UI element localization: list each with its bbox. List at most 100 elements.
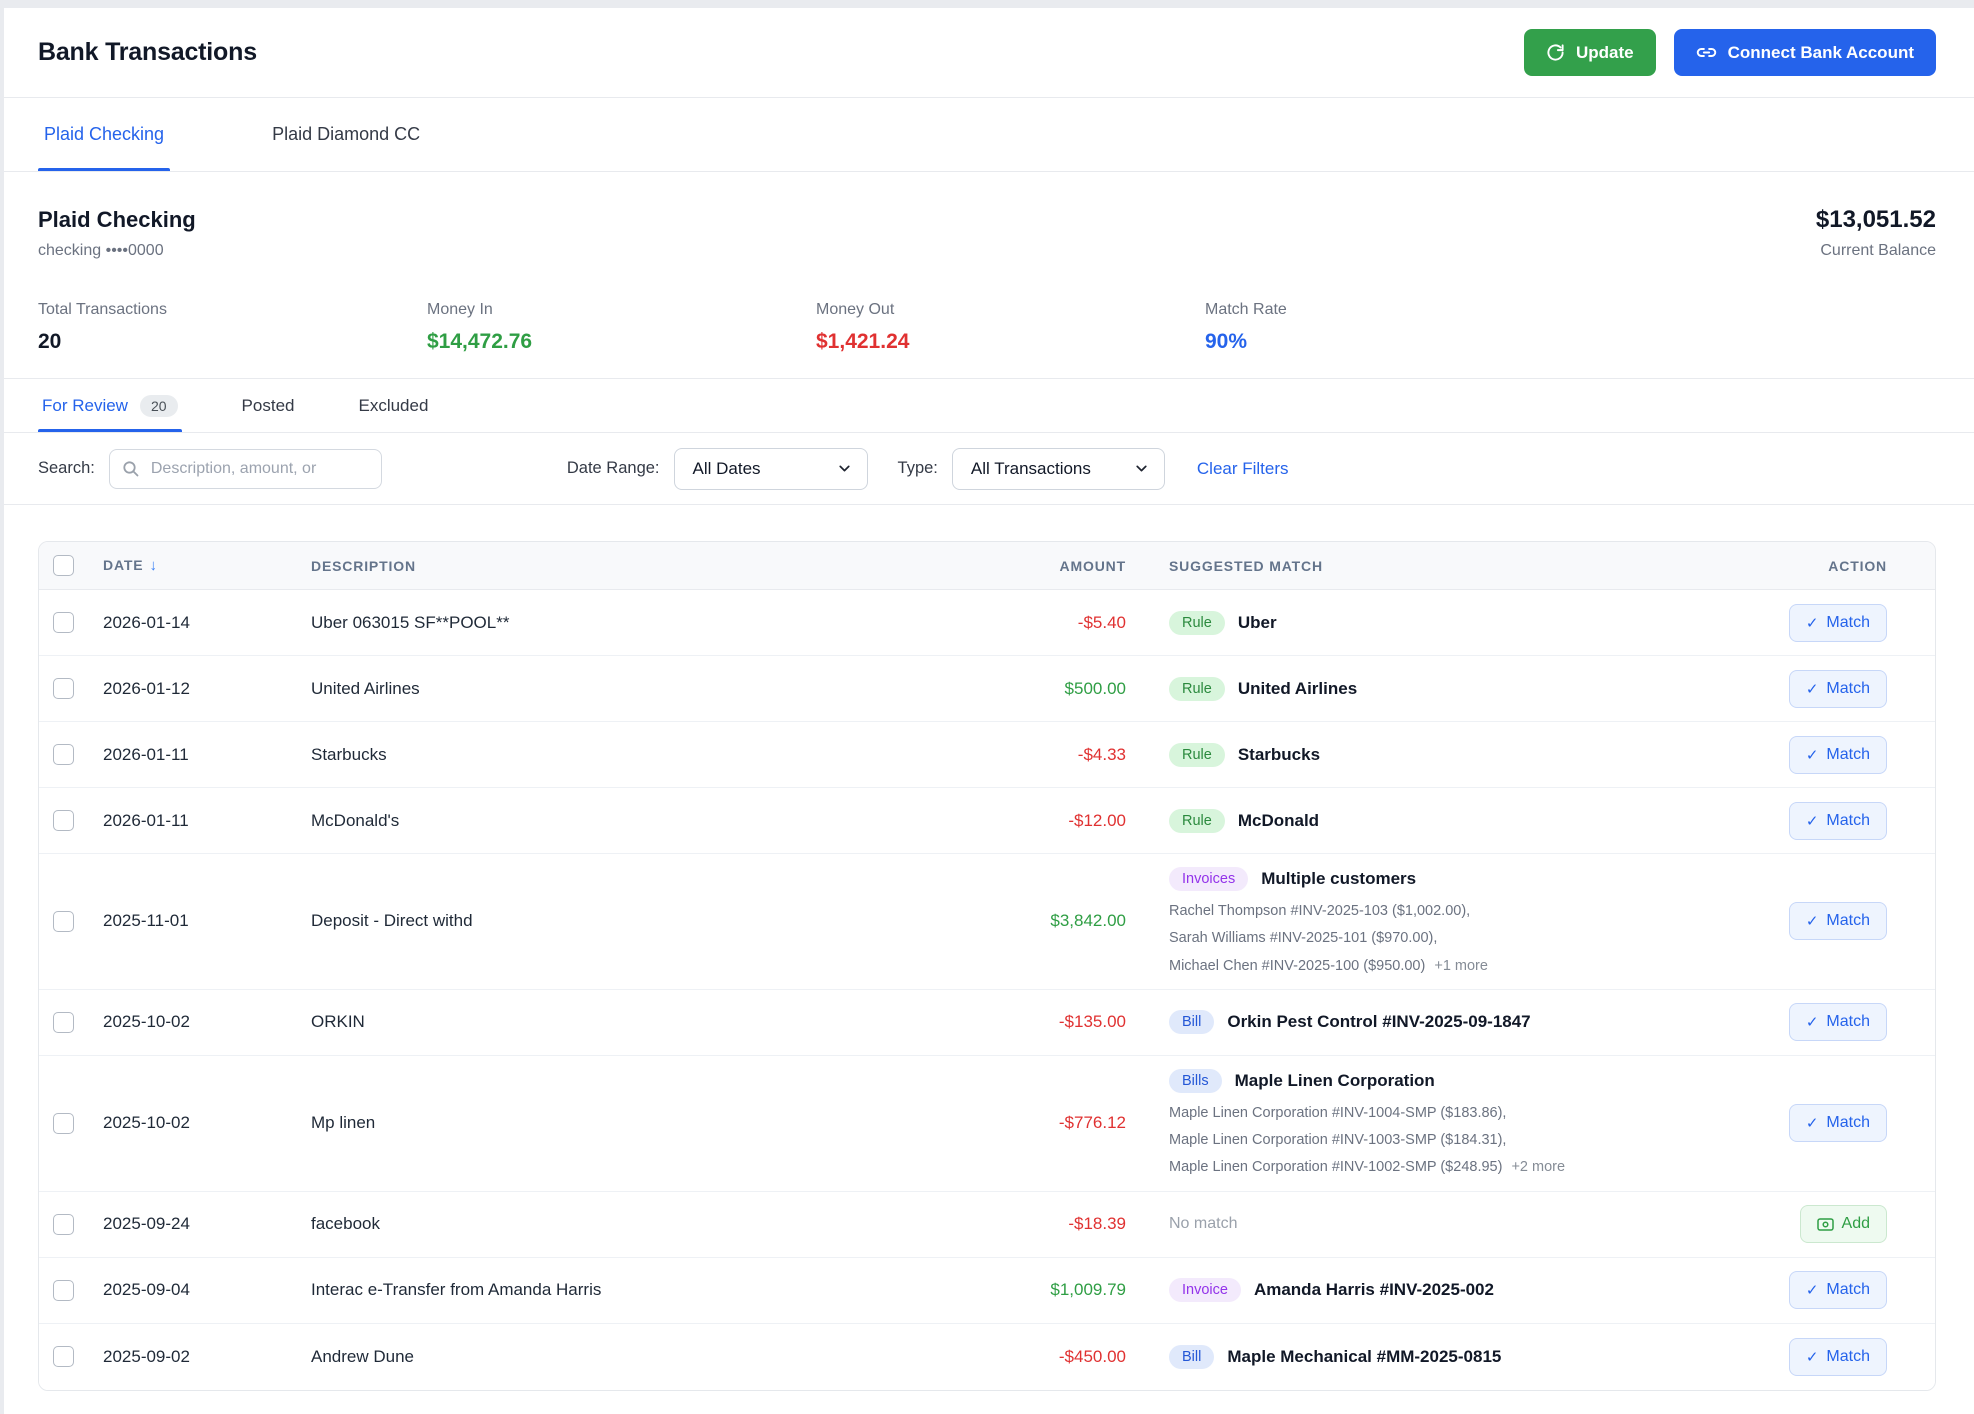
connect-bank-label: Connect Bank Account [1728, 43, 1914, 63]
cell-description: United Airlines [311, 679, 883, 699]
tab-excluded[interactable]: Excluded [354, 379, 432, 432]
cell-date: 2025-10-02 [103, 1113, 311, 1133]
date-range-select[interactable]: All Dates [674, 448, 868, 490]
row-checkbox[interactable] [53, 1280, 74, 1301]
cell-description: Mp linen [311, 1113, 883, 1133]
check-icon: ✓ [1806, 1114, 1819, 1132]
row-checkbox[interactable] [53, 1346, 74, 1367]
account-tabs: Plaid Checking Plaid Diamond CC [4, 98, 1974, 172]
clear-filters-link[interactable]: Clear Filters [1197, 459, 1289, 479]
search-input[interactable] [149, 459, 369, 479]
filter-bar: Search: Date Range: All Dates Type: All … [4, 433, 1974, 505]
match-type-badge: Invoice [1169, 1278, 1241, 1302]
add-button[interactable]: Add [1800, 1205, 1887, 1243]
stat-money-out: Money Out $1,421.24 [816, 300, 1205, 354]
check-icon: ✓ [1806, 614, 1819, 632]
connect-bank-button[interactable]: Connect Bank Account [1674, 29, 1936, 76]
cell-suggested-match: InvoiceAmanda Harris #INV-2025-002 [1126, 1278, 1737, 1302]
check-icon: ✓ [1806, 746, 1819, 764]
stat-money-out-value: $1,421.24 [816, 329, 1205, 354]
select-all-checkbox[interactable] [53, 555, 74, 576]
action-button-label: Match [1826, 812, 1870, 830]
cell-suggested-match: BillsMaple Linen CorporationMaple Linen … [1126, 1069, 1737, 1178]
date-range-label: Date Range: [567, 459, 660, 478]
check-icon: ✓ [1806, 812, 1819, 830]
match-button[interactable]: ✓Match [1789, 1003, 1887, 1041]
action-button-label: Add [1842, 1215, 1870, 1233]
link-icon [1696, 42, 1717, 63]
table-row: 2025-11-01Deposit - Direct withd$3,842.0… [39, 854, 1935, 990]
account-name: Plaid Checking [38, 206, 196, 233]
cell-amount: $1,009.79 [883, 1280, 1126, 1300]
app-panel: Bank Transactions Update Connect Bank Ac… [4, 8, 1974, 1414]
stat-match-rate: Match Rate 90% [1205, 300, 1936, 354]
column-header-date[interactable]: DATE ↓ [103, 557, 311, 574]
cell-description: ORKIN [311, 1012, 883, 1032]
tab-plaid-diamond-cc[interactable]: Plaid Diamond CC [266, 98, 426, 171]
account-stats: Total Transactions 20 Money In $14,472.7… [38, 300, 1936, 354]
refresh-icon [1546, 43, 1565, 62]
row-checkbox[interactable] [53, 744, 74, 765]
row-checkbox[interactable] [53, 911, 74, 932]
match-button[interactable]: ✓Match [1789, 736, 1887, 774]
tab-posted[interactable]: Posted [238, 379, 299, 432]
column-header-date-label: DATE [103, 557, 143, 573]
cell-suggested-match: BillOrkin Pest Control #INV-2025-09-1847 [1126, 1010, 1737, 1034]
cell-suggested-match: InvoicesMultiple customersRachel Thompso… [1126, 867, 1737, 976]
type-label: Type: [898, 459, 938, 478]
row-checkbox[interactable] [53, 810, 74, 831]
check-icon: ✓ [1806, 1348, 1819, 1366]
stat-match-rate-value: 90% [1205, 329, 1936, 354]
action-button-label: Match [1826, 680, 1870, 698]
match-detail-line: Michael Chen #INV-2025-100 ($950.00) +1 … [1169, 956, 1717, 976]
tab-excluded-label: Excluded [358, 396, 428, 416]
match-button[interactable]: ✓Match [1789, 1104, 1887, 1142]
cell-amount: -$18.39 [883, 1214, 1126, 1234]
match-detail-line: Sarah Williams #INV-2025-101 ($970.00), [1169, 928, 1717, 948]
row-checkbox[interactable] [53, 1012, 74, 1033]
tab-plaid-checking[interactable]: Plaid Checking [38, 98, 170, 171]
show-more-link[interactable]: +2 more [1507, 1159, 1565, 1175]
header-actions: Update Connect Bank Account [1524, 29, 1936, 76]
type-select[interactable]: All Transactions [952, 448, 1165, 490]
table-row: 2026-01-11McDonald's-$12.00RuleMcDonald✓… [39, 788, 1935, 854]
cell-description: Interac e-Transfer from Amanda Harris [311, 1280, 883, 1300]
row-checkbox[interactable] [53, 678, 74, 699]
no-match-text: No match [1169, 1215, 1237, 1232]
tab-plaid-checking-label: Plaid Checking [44, 124, 164, 145]
table-row: 2025-09-04Interac e-Transfer from Amanda… [39, 1258, 1935, 1324]
cell-suggested-match: BillMaple Mechanical #MM-2025-0815 [1126, 1345, 1737, 1369]
match-detail-line: Maple Linen Corporation #INV-1003-SMP ($… [1169, 1130, 1717, 1150]
page-header: Bank Transactions Update Connect Bank Ac… [4, 8, 1974, 98]
check-icon: ✓ [1806, 1013, 1819, 1031]
match-button[interactable]: ✓ Match [1789, 802, 1887, 840]
row-checkbox[interactable] [53, 1214, 74, 1235]
cell-date: 2026-01-12 [103, 679, 311, 699]
match-button[interactable]: ✓Match [1789, 1271, 1887, 1309]
cell-amount: -$5.40 [883, 613, 1126, 633]
cell-description: Andrew Dune [311, 1347, 883, 1367]
update-button[interactable]: Update [1524, 29, 1656, 76]
banknote-icon [1817, 1218, 1834, 1231]
account-summary: Plaid Checking checking ••••0000 $13,051… [4, 172, 1974, 379]
match-button[interactable]: ✓Match [1789, 670, 1887, 708]
match-button[interactable]: ✓Match [1789, 1338, 1887, 1376]
column-header-action: ACTION [1737, 558, 1935, 574]
stat-total-label: Total Transactions [38, 300, 427, 319]
cell-suggested-match: RuleUber [1126, 611, 1737, 635]
sort-desc-icon: ↓ [149, 557, 157, 574]
match-button[interactable]: ✓Match [1789, 604, 1887, 642]
match-detail-line: Maple Linen Corporation #INV-1004-SMP ($… [1169, 1103, 1717, 1123]
row-checkbox[interactable] [53, 1113, 74, 1134]
match-type-badge: Bill [1169, 1345, 1214, 1369]
stat-money-in-label: Money In [427, 300, 816, 319]
row-checkbox[interactable] [53, 612, 74, 633]
stat-match-rate-label: Match Rate [1205, 300, 1936, 319]
match-button[interactable]: ✓Match [1789, 902, 1887, 940]
date-range-value: All Dates [693, 459, 761, 479]
match-type-badge: Rule [1169, 611, 1225, 635]
show-more-link[interactable]: +1 more [1430, 958, 1488, 974]
match-type-badge: Rule [1169, 743, 1225, 767]
match-name: Starbucks [1238, 745, 1320, 765]
tab-for-review[interactable]: For Review 20 [38, 379, 182, 432]
